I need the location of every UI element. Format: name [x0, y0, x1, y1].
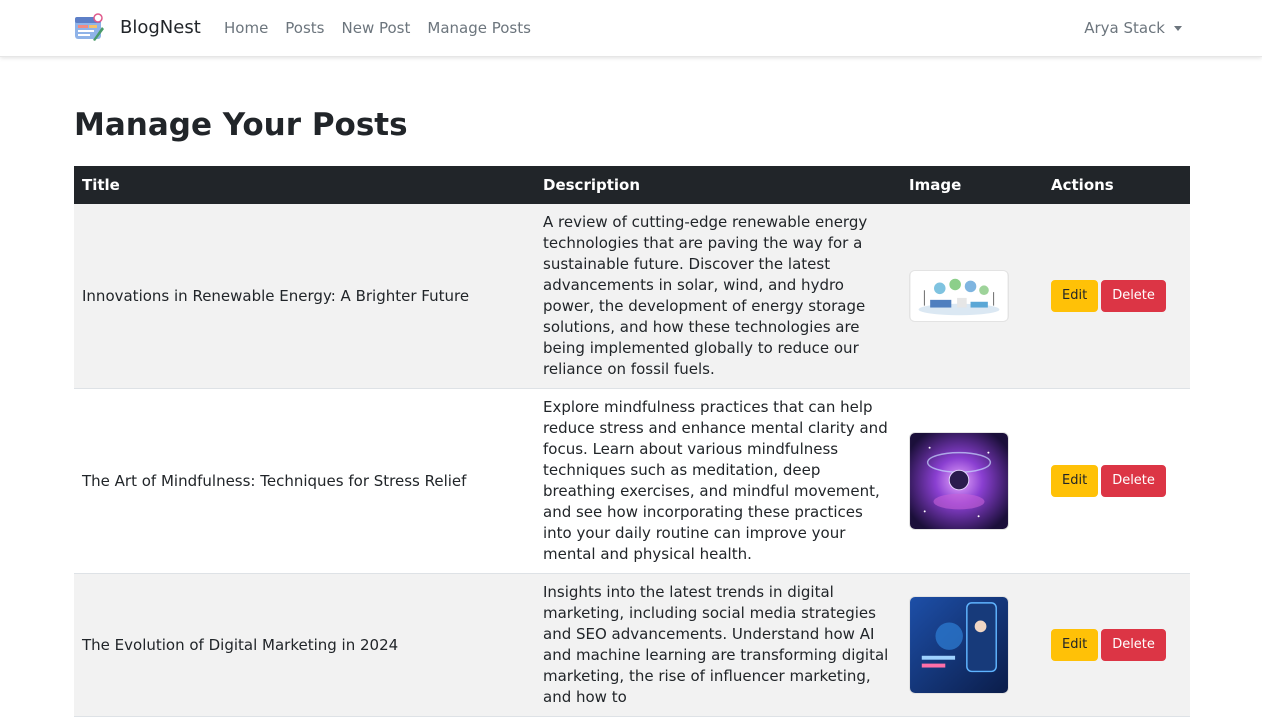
edit-button[interactable]: Edit [1051, 465, 1099, 497]
table-row: Innovations in Renewable Energy: A Brigh… [74, 204, 1190, 389]
top-navbar: BlogNest Home Posts New Post Manage Post… [0, 0, 1262, 57]
nav-home[interactable]: Home [224, 18, 268, 38]
post-image-cell [901, 388, 1043, 574]
header-title: Title [74, 166, 535, 204]
caret-down-icon [1174, 25, 1182, 31]
nav-new-post[interactable]: New Post [342, 18, 411, 38]
post-description: Insights into the latest trends in digit… [535, 573, 901, 717]
cosmic-meditation-illustration [909, 432, 1009, 530]
post-actions: Edit Delete [1043, 573, 1190, 717]
delete-button[interactable]: Delete [1101, 629, 1166, 661]
post-image-cell [901, 204, 1043, 389]
post-title: The Evolution of Digital Marketing in 20… [74, 573, 535, 717]
table-header-row: Title Description Image Actions [74, 166, 1190, 204]
post-actions: Edit Delete [1043, 388, 1190, 574]
renewable-energy-illustration [909, 270, 1009, 322]
blog-logo-icon [75, 13, 104, 41]
brand[interactable]: BlogNest [74, 13, 201, 43]
edit-button[interactable]: Edit [1051, 629, 1099, 661]
post-description: A review of cutting-edge renewable energ… [535, 204, 901, 389]
delete-button[interactable]: Delete [1101, 280, 1166, 312]
nav-links: Home Posts New Post Manage Posts [224, 18, 548, 38]
post-image-cell [901, 573, 1043, 717]
digital-marketing-illustration [909, 596, 1009, 694]
nav-posts[interactable]: Posts [285, 18, 324, 38]
table-row: The Art of Mindfulness: Techniques for S… [74, 388, 1190, 574]
header-image: Image [901, 166, 1043, 204]
user-name: Arya Stack [1084, 19, 1165, 37]
user-menu-toggle[interactable]: Arya Stack [1084, 18, 1182, 38]
post-actions: Edit Delete [1043, 204, 1190, 389]
delete-button[interactable]: Delete [1101, 465, 1166, 497]
post-description: Explore mindfulness practices that can h… [535, 388, 901, 574]
table-row: The Evolution of Digital Marketing in 20… [74, 573, 1190, 717]
nav-manage-posts[interactable]: Manage Posts [427, 18, 531, 38]
edit-button[interactable]: Edit [1051, 280, 1099, 312]
brand-name: BlogNest [120, 17, 201, 38]
post-title: The Art of Mindfulness: Techniques for S… [74, 388, 535, 574]
posts-table: Title Description Image Actions Innovati… [74, 166, 1190, 717]
header-description: Description [535, 166, 901, 204]
posts-table-container: Title Description Image Actions Innovati… [74, 166, 1190, 717]
header-actions: Actions [1043, 166, 1190, 204]
post-title: Innovations in Renewable Energy: A Brigh… [74, 204, 535, 389]
page-title: Manage Your Posts [74, 107, 408, 143]
